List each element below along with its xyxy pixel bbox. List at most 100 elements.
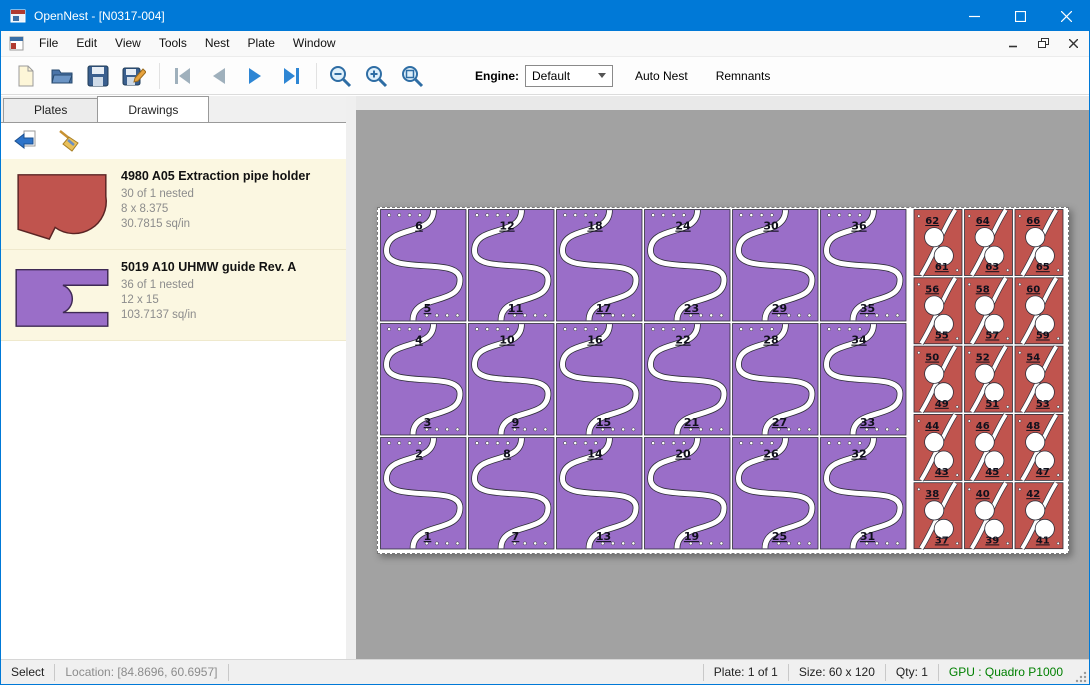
red-part-pair[interactable]: 4645 — [965, 414, 1013, 480]
purple-part-pair[interactable]: 3635 — [821, 210, 907, 322]
red-part-pair[interactable]: 4847 — [1015, 414, 1063, 480]
auto-nest-menu[interactable]: Auto Nest — [629, 65, 694, 87]
svg-text:24: 24 — [675, 220, 691, 233]
svg-text:12: 12 — [499, 220, 514, 233]
purple-part-pair[interactable]: 109 — [469, 324, 555, 436]
nest-canvas[interactable]: 6512111817242330293635431091615222128273… — [356, 96, 1089, 659]
plate[interactable]: 6512111817242330293635431091615222128273… — [377, 207, 1069, 554]
clean-drawings-button[interactable] — [55, 127, 83, 155]
drawing-list-item[interactable]: 4980 A05 Extraction pipe holder30 of 1 n… — [1, 159, 346, 250]
menu-item-plate[interactable]: Plate — [239, 31, 284, 56]
red-part-pair[interactable]: 6261 — [914, 210, 962, 276]
purple-part-pair[interactable]: 1615 — [557, 324, 643, 436]
red-part-pair[interactable]: 4241 — [1015, 483, 1063, 549]
mdi-minimize-button[interactable] — [1003, 35, 1023, 53]
purple-part-pair[interactable]: 21 — [381, 438, 467, 550]
mdi-restore-button[interactable] — [1033, 35, 1053, 53]
zoom-fit-button[interactable] — [397, 61, 427, 91]
maximize-button[interactable] — [997, 1, 1043, 31]
zoom-in-icon — [364, 64, 388, 88]
svg-text:16: 16 — [587, 334, 603, 347]
status-size: Size: 60 x 120 — [789, 665, 885, 679]
minimize-icon — [969, 11, 980, 22]
svg-text:29: 29 — [772, 302, 787, 315]
red-part-pair[interactable]: 5251 — [965, 346, 1013, 412]
svg-text:22: 22 — [675, 334, 690, 347]
red-part-pair[interactable]: 5453 — [1015, 346, 1063, 412]
mdi-close-button[interactable] — [1063, 35, 1083, 53]
new-button[interactable] — [11, 61, 41, 91]
menu-item-nest[interactable]: Nest — [196, 31, 239, 56]
left-panel: PlatesDrawings 4980 A05 Extraction pipe … — [1, 96, 346, 659]
red-part-pair[interactable]: 5655 — [914, 278, 962, 344]
close-button[interactable] — [1043, 1, 1089, 31]
purple-part-pair[interactable]: 43 — [381, 324, 467, 436]
svg-text:57: 57 — [985, 331, 999, 342]
red-part-pair[interactable]: 3837 — [914, 483, 962, 549]
open-folder-icon — [50, 66, 74, 86]
svg-text:11: 11 — [508, 302, 523, 315]
save-button[interactable] — [83, 61, 113, 91]
purple-part-pair[interactable]: 2221 — [645, 324, 731, 436]
app-window: OpenNest - [N0317-004] FileEditViewTools… — [0, 0, 1090, 685]
menu-item-tools[interactable]: Tools — [150, 31, 196, 56]
purple-part-pair[interactable]: 2827 — [733, 324, 819, 436]
zoom-in-button[interactable] — [361, 61, 391, 91]
red-part-pair[interactable]: 4443 — [914, 414, 962, 480]
part-title: 4980 A05 Extraction pipe holder — [121, 169, 310, 183]
import-drawing-button[interactable] — [11, 127, 39, 155]
tab-drawings[interactable]: Drawings — [97, 96, 209, 122]
last-plate-button[interactable] — [276, 61, 306, 91]
engine-select[interactable]: Default — [525, 65, 613, 87]
menu-item-window[interactable]: Window — [284, 31, 345, 56]
purple-part-pair[interactable]: 1817 — [557, 210, 643, 322]
purple-part-pair[interactable]: 87 — [469, 438, 555, 550]
purple-part-pair[interactable]: 3231 — [821, 438, 907, 550]
status-plate: Plate: 1 of 1 — [704, 665, 788, 679]
previous-plate-button[interactable] — [204, 61, 234, 91]
purple-part-pair[interactable]: 3433 — [821, 324, 907, 436]
purple-part-pair[interactable]: 3029 — [733, 210, 819, 322]
purple-part-pair[interactable]: 65 — [381, 210, 467, 322]
next-plate-button[interactable] — [240, 61, 270, 91]
menu-item-edit[interactable]: Edit — [67, 31, 106, 56]
save-as-button[interactable] — [119, 61, 149, 91]
drawings-tab-page: 4980 A05 Extraction pipe holder30 of 1 n… — [1, 122, 346, 659]
titlebar: OpenNest - [N0317-004] — [1, 1, 1089, 31]
svg-text:27: 27 — [772, 416, 787, 429]
status-location: Location: [84.8696, 60.6957] — [55, 665, 227, 679]
red-part-pair[interactable]: 5857 — [965, 278, 1013, 344]
red-part-pair[interactable]: 6059 — [1015, 278, 1063, 344]
main-area: PlatesDrawings 4980 A05 Extraction pipe … — [1, 96, 1089, 659]
red-part-pair[interactable]: 6665 — [1015, 210, 1063, 276]
red-part-pair[interactable]: 4039 — [965, 483, 1013, 549]
purple-part-pair[interactable]: 2019 — [645, 438, 731, 550]
part-size: 8 x 8.375 — [121, 203, 310, 215]
first-plate-button[interactable] — [168, 61, 198, 91]
resize-grip[interactable] — [1073, 660, 1089, 685]
purple-part-pair[interactable]: 1413 — [557, 438, 643, 550]
menu-item-view[interactable]: View — [106, 31, 150, 56]
save-icon — [87, 65, 109, 87]
tabstrip: PlatesDrawings — [1, 96, 346, 122]
minimize-button[interactable] — [951, 1, 997, 31]
panel-splitter[interactable] — [346, 96, 356, 659]
svg-text:6: 6 — [415, 220, 423, 233]
purple-part-pair[interactable]: 12 11 — [469, 210, 555, 322]
remnants-menu[interactable]: Remnants — [710, 65, 777, 87]
nav-first-icon — [172, 66, 194, 86]
menu-item-file[interactable]: File — [30, 31, 67, 56]
purple-part-pair[interactable]: 2625 — [733, 438, 819, 550]
svg-text:46: 46 — [976, 421, 990, 432]
open-button[interactable] — [47, 61, 77, 91]
tab-plates[interactable]: Plates — [3, 98, 98, 122]
maximize-icon — [1015, 11, 1026, 22]
drawing-list-item[interactable]: 5019 A10 UHMW guide Rev. A36 of 1 nested… — [1, 250, 346, 341]
new-file-icon — [16, 65, 36, 87]
zoom-out-button[interactable] — [325, 61, 355, 91]
purple-part-pair[interactable]: 2423 — [645, 210, 731, 322]
statusbar: Select Location: [84.8696, 60.6957] Plat… — [1, 659, 1089, 684]
red-part-pair[interactable]: 6463 — [965, 210, 1013, 276]
svg-text:62: 62 — [925, 216, 939, 227]
red-part-pair[interactable]: 5049 — [914, 346, 962, 412]
